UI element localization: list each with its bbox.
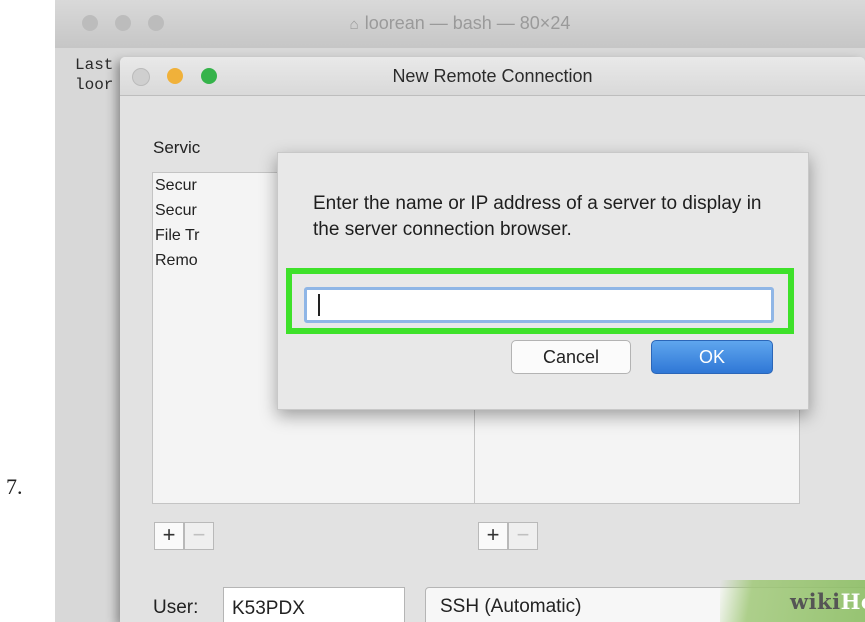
terminal-title: ⌂ loorean — bash — 80×24 [55,13,865,34]
terminal-line-2: loor [75,76,114,94]
wikihow-watermark: wikiHow [720,580,865,622]
cancel-button[interactable]: Cancel [511,340,631,374]
text-caret [318,294,320,316]
user-field[interactable]: K53PDX [223,587,405,622]
user-label: User: [153,597,199,618]
ok-button[interactable]: OK [651,340,773,374]
window-title-bar: New Remote Connection [120,57,865,96]
service-plus-minus: + − [154,522,214,550]
window-title: New Remote Connection [392,66,593,86]
screenshot: ⌂ loorean — bash — 80×24 Last loor New Re… [55,0,865,622]
service-item[interactable]: Secur [155,177,197,195]
service-label: Servic [153,138,201,157]
server-plus-minus: + − [478,522,538,550]
watermark-how: How [840,589,865,614]
dialog-message: Enter the name or IP address of a server… [313,193,762,240]
terminal-title-bar: ⌂ loorean — bash — 80×24 [55,0,865,49]
remove-server-button[interactable]: − [508,522,538,550]
terminal-title-text: loorean — bash — 80×24 [364,13,571,33]
new-remote-connection-window: New Remote Connection Servic Secur Secur… [120,57,865,622]
terminal-line-1: Last [75,56,114,74]
add-service-button[interactable]: + [154,522,184,550]
step-number: 7. [6,474,23,499]
add-server-dialog: Enter the name or IP address of a server… [277,152,809,410]
remove-service-button[interactable]: − [184,522,214,550]
service-item[interactable]: File Tr [155,227,199,245]
user-value: K53PDX [232,598,305,619]
service-item[interactable]: Secur [155,202,197,220]
watermark-text: wikiHow [790,589,865,614]
home-icon: ⌂ [349,16,359,33]
watermark-wiki: wiki [790,589,841,614]
add-server-button[interactable]: + [478,522,508,550]
protocol-value: SSH (Automatic) [440,596,582,617]
server-address-input[interactable] [304,287,774,323]
service-item[interactable]: Remo [155,252,198,270]
